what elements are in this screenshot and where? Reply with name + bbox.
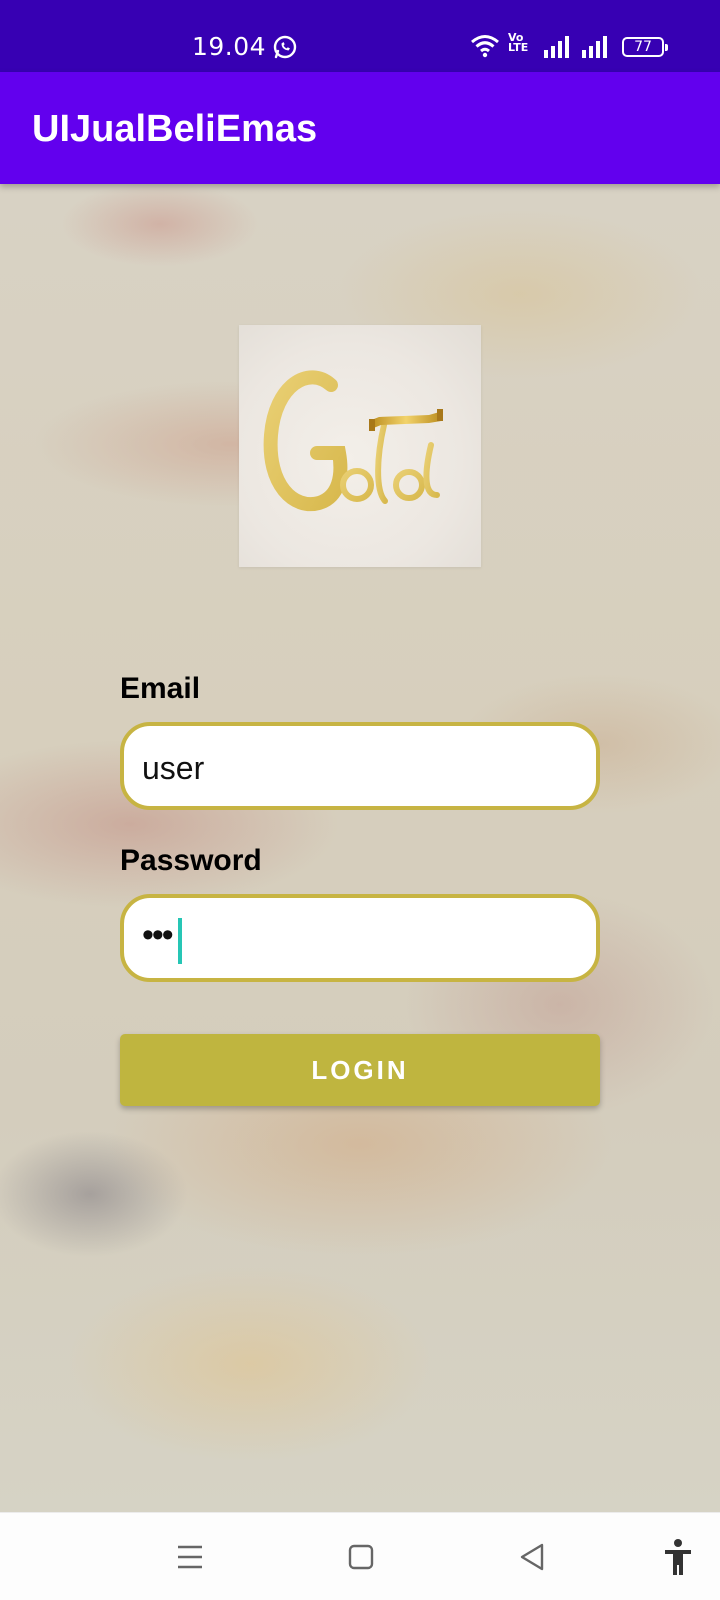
- text-cursor: [178, 918, 182, 964]
- password-label: Password: [120, 844, 262, 877]
- volte-bottom-label: LTE: [508, 41, 529, 54]
- status-bar: 19.04 Vo LTE 77: [0, 0, 720, 72]
- wifi-icon: [471, 35, 499, 58]
- login-button[interactable]: LOGIN: [120, 1034, 600, 1106]
- battery-icon: 77: [622, 37, 668, 57]
- menu-icon[interactable]: [166, 1533, 214, 1581]
- password-field[interactable]: •••: [120, 894, 600, 982]
- email-field[interactable]: user: [120, 722, 600, 810]
- home-icon[interactable]: [337, 1533, 385, 1581]
- gold-logo: [239, 325, 481, 567]
- back-icon[interactable]: [508, 1533, 556, 1581]
- app-bar: UIJualBeliEmas: [0, 72, 720, 184]
- whatsapp-icon: [273, 35, 297, 59]
- status-time: 19.04: [192, 32, 267, 61]
- accessibility-icon[interactable]: [654, 1533, 702, 1581]
- email-value: user: [142, 750, 205, 786]
- signal-icon: [582, 36, 607, 58]
- navigation-bar: [0, 1512, 720, 1600]
- gold-logo-graphic: [263, 370, 443, 512]
- email-label: Email: [120, 672, 201, 705]
- password-value: •••: [142, 916, 174, 954]
- signal-icon: [544, 36, 569, 58]
- volte-icon: Vo LTE: [508, 32, 529, 54]
- app-title: UIJualBeliEmas: [32, 108, 318, 150]
